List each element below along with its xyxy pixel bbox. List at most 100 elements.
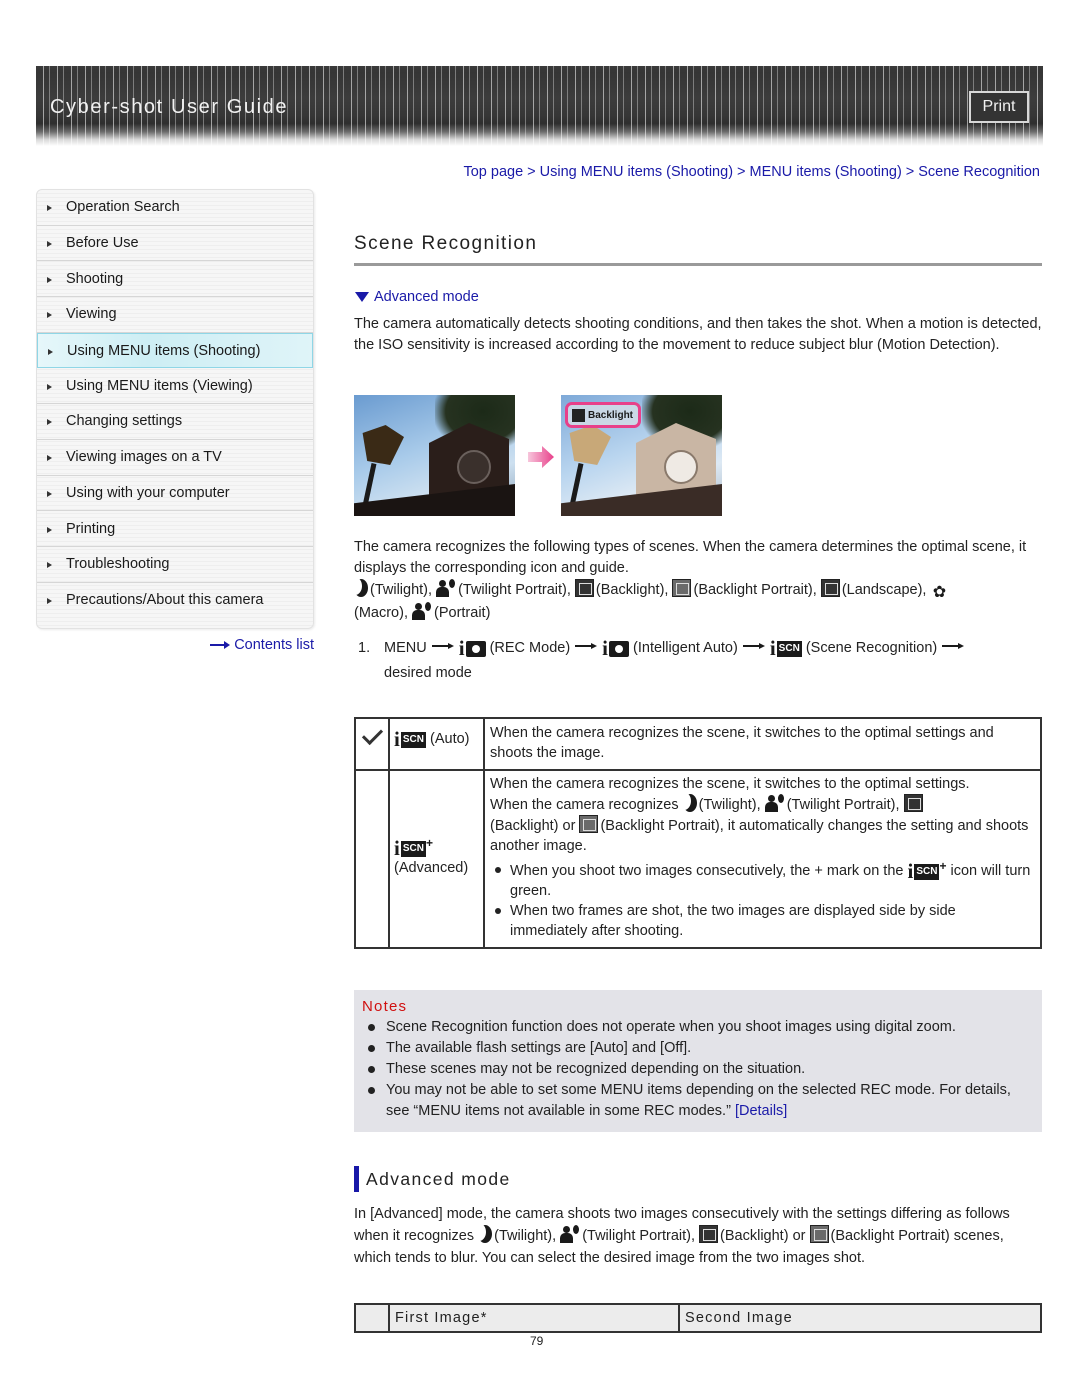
mode-auto-desc: When the camera recognizes the scene, it… xyxy=(483,717,1042,771)
step-scene-recognition: (Scene Recognition) xyxy=(805,640,938,656)
mode-advanced-label: (Advanced) xyxy=(394,860,469,876)
twilight-portrait-icon xyxy=(560,1225,580,1243)
notes-list: Scene Recognition function does not oper… xyxy=(362,1017,1032,1122)
sidebar-item-menu-shooting[interactable]: Using MENU items (Shooting) xyxy=(37,332,313,369)
triangle-right-icon xyxy=(47,490,52,497)
twilight-portrait-icon xyxy=(764,794,785,812)
scene-recognition-advanced-icon: i SCN + xyxy=(907,859,947,883)
advanced-twilight-portrait: (Twilight Portrait), xyxy=(582,1228,696,1244)
step-desired-mode: desired mode xyxy=(384,665,472,681)
step-rec-mode: (REC Mode) xyxy=(489,640,571,656)
arrow-right-icon xyxy=(431,641,454,651)
breadcrumb-scene-recognition[interactable]: Scene Recognition xyxy=(918,164,1040,180)
arrow-right-icon xyxy=(528,446,554,468)
mode-auto-cell: i SCN (Auto) xyxy=(388,717,485,771)
note-text: You may not be able to set some MENU ite… xyxy=(386,1082,1011,1119)
sidebar-item-shooting[interactable]: Shooting xyxy=(37,261,313,298)
list-item: When you shoot two images consecutively,… xyxy=(490,860,1034,901)
breadcrumb-menu-items-shooting[interactable]: MENU items (Shooting) xyxy=(750,164,902,180)
macro-flower-icon: ✿ xyxy=(932,584,947,601)
backlight-portrait-icon xyxy=(579,815,599,833)
sidebar-item-label: Using with your computer xyxy=(66,484,230,501)
sidebar-item-operation-search[interactable]: Operation Search xyxy=(37,190,313,226)
bullet-1a: When you shoot two images consecutively,… xyxy=(510,863,904,879)
step-menu: MENU xyxy=(384,640,427,656)
advanced-section-title: Advanced mode xyxy=(354,1166,511,1192)
advanced-section-heading: Advanced mode xyxy=(366,1168,511,1189)
backlight-icon xyxy=(574,579,594,597)
sidebar-item-label: Printing xyxy=(66,520,116,537)
arrow-right-icon xyxy=(210,640,231,650)
scene-macro: (Macro), xyxy=(354,605,408,621)
table-row: i SCN + (Advanced) When the camera recogni… xyxy=(354,769,1042,949)
backlight-portrait-icon xyxy=(672,579,692,597)
sidebar-item-menu-viewing[interactable]: Using MENU items (Viewing) xyxy=(37,368,313,405)
twilight-icon xyxy=(676,792,697,812)
guide-title: Cyber-shot User Guide xyxy=(50,96,289,118)
scene-twilight-portrait: (Twilight Portrait), xyxy=(458,582,571,598)
first-image-header: First Image* xyxy=(388,1303,680,1333)
list-item: The available flash settings are [Auto] … xyxy=(362,1038,1032,1059)
details-link[interactable]: [Details] xyxy=(735,1103,787,1119)
triangle-right-icon xyxy=(47,598,52,605)
notes-title: Notes xyxy=(362,998,408,1015)
sidebar-item-before-use[interactable]: Before Use xyxy=(37,226,313,262)
scene-badge-label: Backlight xyxy=(588,409,634,421)
triangle-right-icon xyxy=(47,526,52,533)
print-button[interactable]: Print xyxy=(969,91,1029,123)
sidebar-item-label: Shooting xyxy=(66,270,124,287)
list-item: Scene Recognition function does not oper… xyxy=(362,1017,1032,1038)
sidebar-item-computer[interactable]: Using with your computer xyxy=(37,476,313,512)
step-intelligent-auto: (Intelligent Auto) xyxy=(633,640,738,656)
advanced-bullets: When you shoot two images consecutively,… xyxy=(490,860,1034,941)
triangle-right-icon xyxy=(47,383,52,390)
advanced-desc-2d: (Backlight) or xyxy=(490,818,576,834)
triangle-right-icon xyxy=(47,455,52,462)
arrow-right-icon xyxy=(942,641,965,651)
mode-advanced-desc: When the camera recognizes the scene, it… xyxy=(483,769,1042,949)
scene-landscape: (Landscape), xyxy=(841,582,927,598)
backlight-icon xyxy=(903,794,923,812)
advanced-backlight: (Backlight) or xyxy=(720,1228,806,1244)
sidebar-item-viewing[interactable]: Viewing xyxy=(37,297,313,333)
scene-recognition-advanced-icon: i SCN + xyxy=(394,836,433,860)
sidebar-item-label: Using MENU items (Viewing) xyxy=(66,377,253,394)
sidebar-item-label: Before Use xyxy=(66,235,139,252)
breadcrumb: Top page > Using MENU items (Shooting) > MEN… xyxy=(463,164,1040,180)
mode-auto-label: (Auto) xyxy=(430,731,470,747)
advanced-twilight: (Twilight), xyxy=(494,1228,557,1244)
sidebar-item-changing-settings[interactable]: Changing settings xyxy=(37,404,313,440)
sidebar-item-viewing-tv[interactable]: Viewing images on a TV xyxy=(37,440,313,476)
page-number: 79 xyxy=(530,1334,544,1348)
notes-box: Notes Scene Recognition function does no… xyxy=(354,990,1042,1132)
breadcrumb-separator: > xyxy=(905,164,915,180)
sidebar-item-precautions[interactable]: Precautions/About this camera xyxy=(37,583,313,619)
scene-badge: Backlight xyxy=(565,402,641,428)
breadcrumb-using-menu-shooting[interactable]: Using MENU items (Shooting) xyxy=(540,164,733,180)
advanced-desc-2b: (Twilight), xyxy=(698,797,761,813)
empty-header-cell xyxy=(354,1303,390,1333)
intro-text: The camera automatically detects shootin… xyxy=(354,316,1042,353)
step-1: 1. MENU i (REC Mode) i (Intelligent Auto) i S… xyxy=(358,636,1043,686)
triangle-right-icon xyxy=(47,312,52,319)
sidebar-nav: Operation Search Before Use Shooting Vie… xyxy=(36,189,314,629)
scene-backlight-portrait: (Backlight Portrait), xyxy=(693,582,817,598)
advanced-mode-link[interactable]: Advanced mode xyxy=(355,289,479,305)
default-check-cell xyxy=(354,717,390,771)
backlight-icon xyxy=(572,408,585,422)
scenes-paragraph: The camera recognizes the following type… xyxy=(348,537,1044,624)
intelligent-auto-icon: i xyxy=(459,637,486,659)
photo-before-backlight xyxy=(354,395,515,516)
advanced-desc-2c: (Twilight Portrait), xyxy=(786,797,900,813)
sidebar-item-printing[interactable]: Printing xyxy=(37,511,313,547)
contents-list-link[interactable]: Contents list xyxy=(200,637,314,653)
arrow-right-icon xyxy=(575,641,598,651)
triangle-right-icon xyxy=(47,419,52,426)
table-row: i SCN (Auto) When the camera recognizes t… xyxy=(354,717,1042,771)
advanced-desc-1: When the camera recognizes the scene, it… xyxy=(490,776,970,792)
empty-cell xyxy=(354,769,390,949)
triangle-right-icon xyxy=(47,205,52,212)
sidebar-item-troubleshooting[interactable]: Troubleshooting xyxy=(37,547,313,583)
breadcrumb-top-page[interactable]: Top page xyxy=(463,164,523,180)
twilight-portrait-icon xyxy=(436,579,456,597)
